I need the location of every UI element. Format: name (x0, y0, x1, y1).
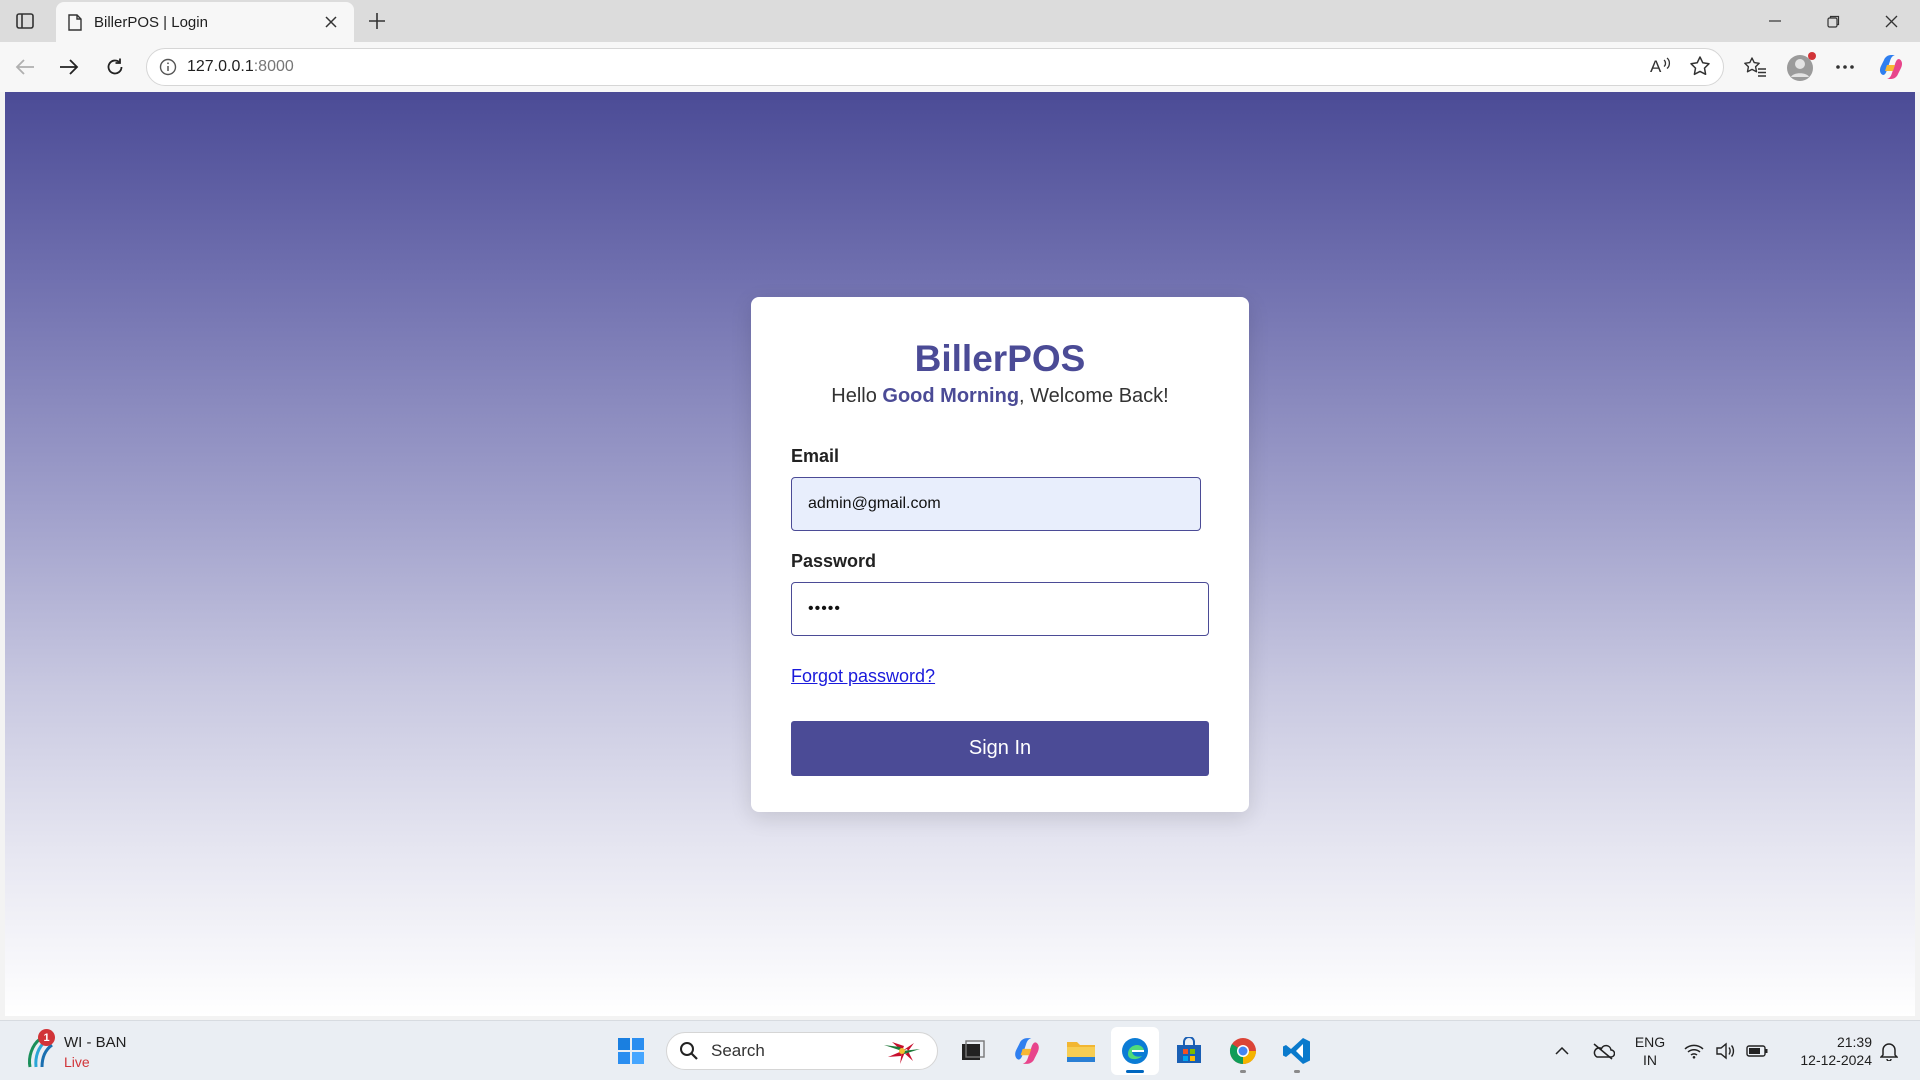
app-title: BillerPOS (914, 338, 1086, 379)
windows-start-icon (618, 1038, 644, 1064)
profile-button[interactable] (1782, 51, 1820, 83)
email-label: Email (791, 446, 840, 466)
taskbar-search[interactable]: Search (666, 1032, 938, 1070)
task-view-icon (962, 1040, 985, 1060)
browser-tab-strip: BillerPOS | Login (0, 0, 1920, 42)
password-field[interactable]: ••••• (791, 582, 1209, 636)
more-options-button[interactable] (1828, 51, 1862, 83)
more-icon (1836, 65, 1854, 69)
refresh-icon (107, 58, 123, 75)
profile-icon (1787, 52, 1816, 81)
edge-icon (1122, 1038, 1148, 1064)
taskbar-apps: Search (604, 1027, 1324, 1075)
store-icon (1177, 1037, 1201, 1063)
password-label: Password (791, 551, 877, 571)
refresh-button[interactable] (98, 51, 132, 83)
poinsettia-icon (884, 1042, 920, 1064)
notification-badge: 1 (38, 1029, 55, 1046)
greeting-suffix: , Welcome Back! (1019, 385, 1169, 407)
read-aloud-icon[interactable]: A (1649, 55, 1673, 77)
back-icon (15, 59, 34, 75)
news-widget[interactable]: 1 WI - BAN Live (24, 1029, 144, 1073)
show-hidden-icons-button[interactable] (1550, 1033, 1574, 1069)
active-tab[interactable]: BillerPOS | Login (56, 2, 354, 42)
restore-icon (1826, 15, 1839, 28)
search-icon (680, 1042, 698, 1060)
copilot-icon (1015, 1038, 1039, 1064)
language-indicator[interactable]: ENG IN (1630, 1033, 1670, 1069)
search-placeholder: Search (711, 1041, 765, 1060)
address-actions: A (1649, 55, 1711, 77)
close-icon (1885, 15, 1897, 27)
running-indicator (1240, 1070, 1246, 1073)
vscode-icon (1283, 1038, 1310, 1064)
vscode-button[interactable] (1273, 1027, 1321, 1075)
greeting-prefix: Hello (831, 385, 883, 407)
page-viewport: BillerPOS Hello Good Morning, Welcome Ba… (5, 92, 1915, 1016)
url-port: :8000 (253, 58, 294, 75)
edge-button[interactable] (1111, 1027, 1159, 1075)
copilot-icon (1879, 55, 1903, 79)
info-icon[interactable] (159, 58, 177, 76)
chrome-button[interactable] (1219, 1027, 1267, 1075)
volume-icon (1716, 1042, 1735, 1060)
greeting-emphasis: Good Morning (882, 385, 1020, 407)
star-icon[interactable] (1689, 55, 1711, 77)
new-tab-button[interactable] (362, 6, 392, 36)
close-icon (325, 16, 337, 28)
email-field[interactable]: admin@gmail.com (791, 477, 1201, 531)
windows-taskbar: 1 WI - BAN Live Search ENG IN 21:39 12-1… (0, 1020, 1920, 1080)
onedrive-icon (1593, 1043, 1615, 1060)
lang-line-1: ENG (1634, 1034, 1666, 1050)
login-card: BillerPOS Hello Good Morning, Welcome Ba… (751, 297, 1249, 812)
minimize-icon (1769, 20, 1781, 22)
notifications-button[interactable] (1874, 1033, 1904, 1069)
minimize-button[interactable] (1752, 6, 1798, 36)
bell-icon (1880, 1043, 1898, 1061)
url-host: 127.0.0.1 (187, 58, 254, 75)
store-button[interactable] (1165, 1027, 1213, 1075)
copilot-button[interactable] (1874, 51, 1908, 83)
chrome-icon (1229, 1038, 1256, 1065)
running-indicator (1126, 1070, 1144, 1073)
url-text: 127.0.0.1:8000 (187, 58, 294, 76)
widget-live-label: Live (64, 1054, 90, 1070)
favorites-button[interactable] (1738, 51, 1772, 83)
system-clock[interactable]: 21:39 12-12-2024 (1778, 1033, 1872, 1069)
battery-icon (1746, 1045, 1768, 1057)
restore-button[interactable] (1810, 6, 1856, 36)
clock-time: 21:39 (1836, 1034, 1872, 1050)
browser-toolbar: 127.0.0.1:8000 A (0, 42, 1920, 92)
copilot-app-button[interactable] (1003, 1027, 1051, 1075)
forward-icon (60, 59, 79, 75)
address-bar[interactable]: 127.0.0.1:8000 A (146, 48, 1724, 86)
back-button[interactable] (8, 51, 42, 83)
quick-settings-button[interactable] (1684, 1033, 1768, 1069)
clock-date: 12-12-2024 (1800, 1052, 1872, 1068)
chevron-up-icon (1555, 1047, 1569, 1055)
widget-title: WI - BAN (64, 1034, 127, 1051)
task-view-button[interactable] (949, 1027, 997, 1075)
forgot-password-link[interactable]: Forgot password? (791, 666, 935, 687)
running-indicator (1294, 1070, 1300, 1073)
file-explorer-icon (1067, 1042, 1095, 1062)
lang-line-2: IN (1643, 1052, 1657, 1068)
tab-close-button[interactable] (320, 11, 342, 33)
tab-actions-button[interactable] (10, 7, 40, 35)
sidebar-icon (16, 13, 34, 29)
close-window-button[interactable] (1868, 6, 1914, 36)
favorites-icon (1744, 57, 1766, 77)
greeting-text: Hello Good Morning, Welcome Back! (791, 385, 1209, 408)
plus-icon (369, 13, 385, 29)
file-explorer-button[interactable] (1057, 1027, 1105, 1075)
onedrive-button[interactable] (1588, 1033, 1618, 1069)
page-icon (68, 13, 82, 31)
wifi-icon (1684, 1044, 1704, 1059)
start-button[interactable] (607, 1027, 655, 1075)
tab-title: BillerPOS | Login (94, 13, 208, 31)
forward-button[interactable] (52, 51, 86, 83)
svg-text:A: A (1650, 57, 1662, 76)
sign-in-button[interactable]: Sign In (791, 721, 1209, 776)
